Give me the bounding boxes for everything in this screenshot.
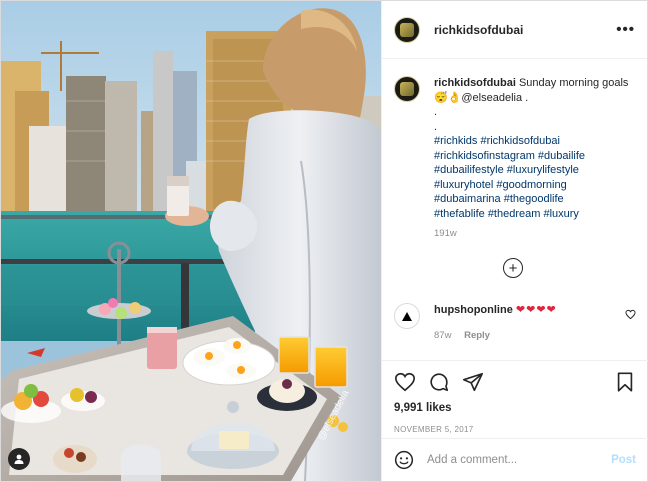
comments-section: richkidsofdubai Sunday morning goals 😴👌@… — [382, 60, 648, 360]
author-avatar[interactable] — [394, 16, 420, 43]
instagram-post: @elseadelia richkidsofdubai ••• richkids… — [0, 0, 648, 482]
post-header: richkidsofdubai ••• — [382, 1, 647, 59]
post-side-panel: richkidsofdubai ••• richkidsofdubai Sund… — [381, 1, 648, 481]
comment-text-line: hupshoponline ❤❤❤❤ — [434, 303, 557, 316]
caption-username[interactable]: richkidsofdubai — [434, 77, 516, 89]
likes-count[interactable]: 9,991 likes — [394, 402, 636, 414]
reply-button[interactable]: Reply — [464, 330, 490, 341]
share-icon[interactable] — [462, 371, 484, 393]
hashtag-line[interactable]: #luxuryhotel #goodmorning — [434, 178, 634, 193]
caption-age[interactable]: 191w — [434, 227, 634, 242]
photo-illustration: @elseadelia — [1, 1, 381, 481]
comment-body: hupshoponline ❤❤❤❤ 87w Reply — [434, 303, 557, 341]
post-button[interactable]: Post — [611, 454, 636, 466]
hashtag-line[interactable]: #richkidsofinstagram #dubailife — [434, 149, 634, 164]
action-bar — [394, 369, 636, 395]
caption-body: richkidsofdubai Sunday morning goals 😴👌@… — [434, 76, 634, 242]
comment-text: ❤❤❤❤ — [515, 304, 557, 316]
comment-input[interactable] — [427, 454, 612, 466]
hashtag-line[interactable]: #thefablife #thedream #luxury — [434, 207, 634, 222]
heart-icon[interactable] — [625, 309, 636, 320]
caption-avatar[interactable] — [394, 76, 420, 102]
add-comment-bar: Post — [382, 438, 648, 481]
caption: richkidsofdubai Sunday morning goals 😴👌@… — [394, 76, 636, 242]
commenter-username[interactable]: hupshoponline — [434, 304, 513, 316]
caption-dot: . — [434, 106, 438, 118]
hashtag-line[interactable]: #dubaimarina #thegoodlife — [434, 192, 634, 207]
plus-circle-icon[interactable]: + — [503, 258, 523, 278]
post-photo[interactable]: @elseadelia — [1, 1, 381, 481]
comment-age[interactable]: 87w — [434, 330, 451, 341]
post-date[interactable]: NOVEMBER 5, 2017 — [394, 425, 636, 434]
comment: hupshoponline ❤❤❤❤ 87w Reply — [394, 303, 636, 341]
user-tag-icon[interactable] — [8, 448, 30, 470]
hashtag-line[interactable]: #dubailifestyle #luxurylifestyle — [434, 163, 634, 178]
more-icon[interactable]: ••• — [616, 21, 635, 38]
bookmark-icon[interactable] — [614, 371, 636, 393]
actions-area: 9,991 likes NOVEMBER 5, 2017 — [382, 360, 648, 434]
author-username[interactable]: richkidsofdubai — [434, 23, 523, 37]
comment-icon[interactable] — [428, 371, 450, 393]
commenter-avatar[interactable] — [394, 303, 420, 329]
hashtag-line[interactable]: #richkids #richkidsofdubai — [434, 134, 634, 149]
comment-meta: 87w Reply — [434, 330, 557, 341]
caption-dot: . — [434, 120, 438, 133]
emoji-icon[interactable] — [394, 450, 414, 470]
heart-icon[interactable] — [394, 371, 416, 393]
